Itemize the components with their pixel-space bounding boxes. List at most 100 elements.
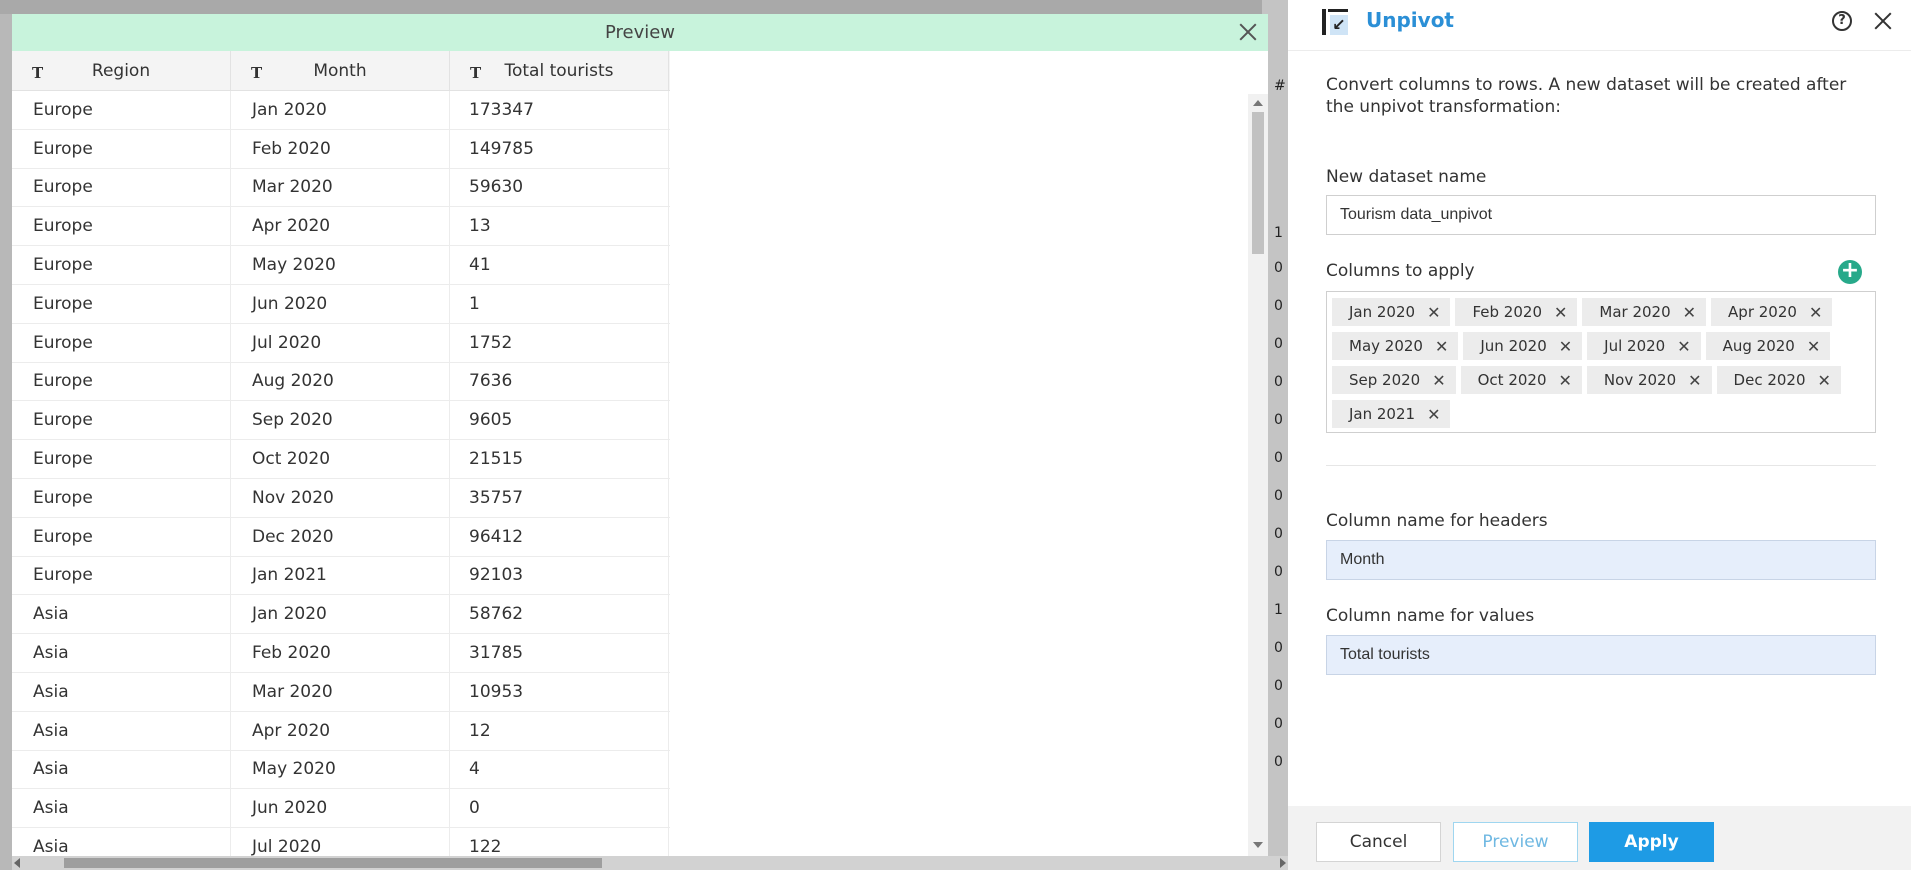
horizontal-scrollbar[interactable]	[12, 856, 1288, 870]
table-cell: 13	[450, 207, 669, 246]
horizontal-scroll-thumb[interactable]	[64, 858, 602, 868]
table-cell: Europe	[12, 478, 231, 517]
help-icon[interactable]: ?	[1832, 11, 1852, 31]
preview-title: Preview	[604, 22, 676, 43]
table-cell: Jan 2020	[231, 595, 450, 634]
table-row: Asia Jun 2020 0	[12, 789, 670, 829]
remove-tag-icon[interactable]: ✕	[1807, 337, 1820, 356]
column-header-total-tourists[interactable]: T Total tourists	[450, 51, 669, 90]
remove-tag-icon[interactable]: ✕	[1559, 337, 1572, 356]
column-tag-label: Mar 2020	[1599, 303, 1671, 321]
remove-tag-icon[interactable]: ✕	[1554, 303, 1567, 322]
values-column-input[interactable]	[1326, 635, 1876, 675]
remove-tag-icon[interactable]: ✕	[1677, 337, 1690, 356]
apply-button[interactable]: Apply	[1589, 822, 1714, 862]
remove-tag-icon[interactable]: ✕	[1432, 371, 1445, 390]
table-cell: 149785	[450, 129, 669, 168]
background-cell: 0	[1274, 298, 1283, 314]
panel-title: Unpivot	[1366, 8, 1454, 32]
remove-tag-icon[interactable]: ✕	[1683, 303, 1696, 322]
preview-button[interactable]: Preview	[1453, 822, 1578, 862]
column-tag: Mar 2020 ✕	[1582, 298, 1707, 326]
column-tag: Nov 2020 ✕	[1586, 366, 1712, 394]
table-cell: 9605	[450, 401, 669, 440]
remove-tag-icon[interactable]: ✕	[1427, 405, 1440, 424]
table-cell: 1	[450, 284, 669, 323]
table-row: Europe Jun 2020 1	[12, 284, 670, 324]
preview-dialog: Preview T Region T Month T Total tourists Eur…	[12, 14, 1268, 867]
remove-tag-icon[interactable]: ✕	[1427, 303, 1440, 322]
scroll-right-icon[interactable]	[1280, 858, 1286, 868]
table-row: Europe Apr 2020 13	[12, 207, 670, 247]
unpivot-icon: ↙	[1322, 9, 1348, 35]
table-cell: Jan 2020	[231, 91, 450, 129]
remove-tag-icon[interactable]: ✕	[1435, 337, 1448, 356]
table-cell: Dec 2020	[231, 517, 450, 556]
column-tag: Sep 2020 ✕	[1332, 366, 1456, 394]
panel-close-icon[interactable]	[1872, 10, 1894, 32]
table-cell: 10953	[450, 672, 669, 711]
table-cell: Europe	[12, 284, 231, 323]
table-cell: Asia	[12, 595, 231, 634]
column-header-region[interactable]: T Region	[12, 51, 231, 90]
background-cell: 0	[1274, 336, 1283, 352]
background-cell: 0	[1274, 488, 1283, 504]
table-cell: Europe	[12, 129, 231, 168]
remove-tag-icon[interactable]: ✕	[1818, 371, 1831, 390]
column-tag-label: Sep 2020	[1349, 371, 1421, 389]
text-type-icon: T	[251, 64, 263, 82]
remove-tag-icon[interactable]: ✕	[1559, 371, 1572, 390]
preview-close-icon[interactable]	[1236, 20, 1260, 44]
column-tag-label: Jul 2020	[1604, 337, 1666, 355]
table-row: Europe Aug 2020 7636	[12, 362, 670, 402]
column-tag-label: Jun 2020	[1480, 337, 1547, 355]
preview-vertical-scrollbar[interactable]	[1248, 94, 1268, 856]
scroll-up-icon[interactable]	[1253, 100, 1263, 106]
column-tag-label: Nov 2020	[1603, 371, 1677, 389]
table-cell: Europe	[12, 246, 231, 284]
remove-tag-icon[interactable]: ✕	[1688, 371, 1701, 390]
background-cell: 1	[1274, 602, 1283, 618]
background-cell: 1	[1274, 225, 1283, 241]
text-type-icon: T	[470, 64, 482, 82]
column-header-label: Total tourists	[504, 60, 614, 81]
table-row: Asia Feb 2020 31785	[12, 634, 670, 673]
columns-tag-input[interactable]: Jan 2020 ✕ Feb 2020 ✕ Mar 2020 ✕ Apr 2020 ✕ May …	[1326, 291, 1876, 433]
table-cell: Mar 2020	[231, 672, 450, 711]
headers-column-label: Column name for headers	[1326, 511, 1548, 531]
table-cell: Asia	[12, 634, 231, 672]
text-type-icon: T	[32, 64, 44, 82]
table-cell: 96412	[450, 517, 669, 556]
scroll-left-icon[interactable]	[14, 858, 20, 868]
column-header-label: Region	[91, 60, 151, 81]
table-cell: Asia	[12, 711, 231, 750]
headers-column-input[interactable]	[1326, 540, 1876, 580]
dataset-name-input[interactable]	[1326, 195, 1876, 235]
table-cell: Feb 2020	[231, 129, 450, 168]
table-row: Europe Nov 2020 35757	[12, 478, 670, 518]
column-header-month[interactable]: T Month	[231, 51, 450, 90]
column-tag: Aug 2020 ✕	[1705, 332, 1831, 360]
table-row: Europe Oct 2020 21515	[12, 440, 670, 479]
column-tag: Jul 2020 ✕	[1587, 332, 1701, 360]
cancel-button[interactable]: Cancel	[1316, 822, 1441, 862]
column-tag: Apr 2020 ✕	[1711, 298, 1833, 326]
column-tag-label: Feb 2020	[1472, 303, 1542, 321]
add-column-icon[interactable]: +	[1838, 260, 1862, 284]
table-cell: May 2020	[231, 246, 450, 284]
section-divider	[1326, 465, 1876, 466]
table-cell: Feb 2020	[231, 634, 450, 672]
table-cell: 92103	[450, 556, 669, 595]
remove-tag-icon[interactable]: ✕	[1809, 303, 1822, 322]
scroll-thumb[interactable]	[1252, 112, 1264, 254]
column-tag: Feb 2020 ✕	[1455, 298, 1578, 326]
unpivot-panel: ↙ Unpivot ? Convert columns to rows. A n…	[1288, 0, 1911, 870]
table-cell: Asia	[12, 789, 231, 828]
scroll-down-icon[interactable]	[1253, 842, 1263, 848]
table-cell: Europe	[12, 207, 231, 246]
table-cell: May 2020	[231, 750, 450, 789]
background-hash-glyph: #	[1274, 78, 1286, 94]
table-cell: 173347	[450, 91, 669, 129]
table-cell: 59630	[450, 168, 669, 207]
background-cell: 0	[1274, 450, 1283, 466]
